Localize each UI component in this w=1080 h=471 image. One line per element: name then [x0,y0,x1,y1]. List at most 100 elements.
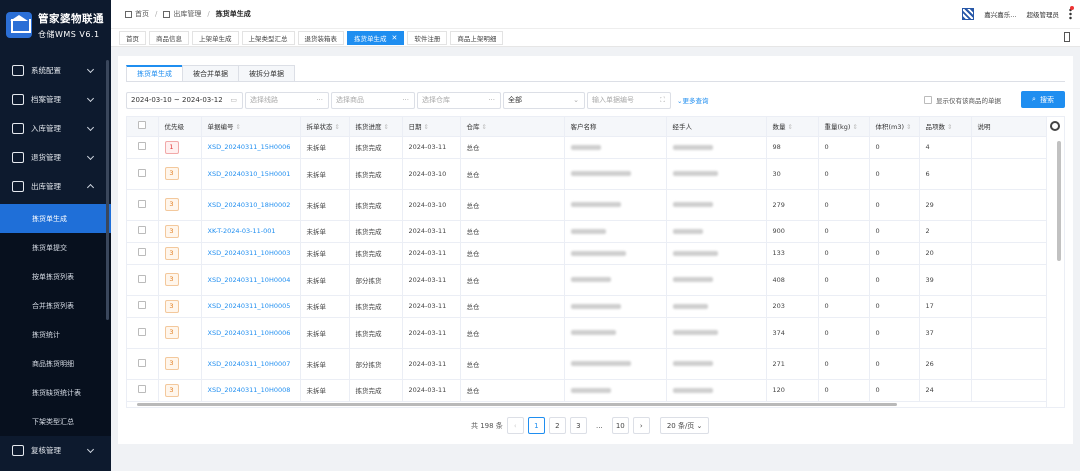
more-menu-icon[interactable] [1069,6,1074,20]
select-all-checkbox[interactable] [138,121,147,130]
order-no-link[interactable]: XK-T-2024-03-11-001 [208,227,276,235]
next-page-button[interactable]: › [632,417,650,434]
sidebar-item-pick-stats[interactable]: 拣货统计 [0,320,111,349]
tab-goods-shelf-detail[interactable]: 商品上架明细 [450,30,504,45]
row-checkbox[interactable] [138,327,147,336]
tab-pick-generate[interactable]: 拣货单生成 ✕ [347,30,405,45]
row-checkbox[interactable] [138,168,147,177]
search-button[interactable]: ⌕ 搜索 [1021,91,1065,108]
tab-home[interactable]: 首页 [119,30,146,45]
tab-software-register[interactable]: 软件注册 [407,30,448,45]
page-2-button[interactable]: 2 [548,417,566,434]
status-select[interactable]: 全部 ⌄ [503,91,585,109]
page-1-button[interactable]: 1 [527,417,545,434]
panel-toggle-icon[interactable] [1064,32,1070,42]
row-checkbox[interactable] [138,199,147,208]
gear-icon[interactable] [1050,121,1060,131]
qr-code-icon[interactable] [962,8,975,20]
col-qty[interactable]: 数量 ⇕ [766,117,819,137]
order-no-link[interactable]: XSD_20240311_10H0005 [208,302,291,310]
user-role[interactable]: 超级管理员 [1027,9,1060,19]
order-no-link[interactable]: XSD_20240310_15H0001 [208,170,291,178]
expand-icon[interactable]: ⛶ [660,96,665,105]
order-no-link[interactable]: XSD_20240311_10H0004 [208,276,291,284]
close-icon[interactable]: ✕ [392,34,398,42]
col-split-status[interactable]: 拆单状态 ⇕ [300,117,350,137]
table-row[interactable]: 3 XK-T-2024-03-11-001 未拆单 拣货完成 2024-03-11 总仓 9… [127,220,1049,243]
order-no-link[interactable]: XSD_20240311_10H0003 [208,249,291,257]
table-row[interactable]: 3 XSD_20240311_10H0005 未拆单 拣货完成 2024-03-11 总仓… [127,295,1049,318]
col-date[interactable]: 日期 ⇕ [402,117,461,137]
row-checkbox[interactable] [138,248,147,256]
order-no-link[interactable]: XSD_20240311_10H0006 [208,329,291,337]
subtab-pick-generate[interactable]: 拣货单生成 [126,65,183,81]
col-item-count[interactable]: 品项数 ⇕ [919,117,972,137]
table-horizontal-scrollbar[interactable] [137,403,897,406]
menu-group-archive[interactable]: 档案管理 [0,85,111,114]
store-name[interactable]: 嘉兴嘉乐... [984,9,1016,19]
sidebar-item-goods-pick-detail[interactable]: 商品拣货明细 [0,349,111,378]
show-only-checkbox[interactable]: 显示仅有该商品的单据 [924,95,1001,105]
menu-group-return[interactable]: 退货管理 [0,143,111,172]
table-row[interactable]: 3 XSD_20240311_10H0006 未拆单 拣货完成 2024-03-11 总仓… [127,317,1049,349]
more-query-link[interactable]: ⌄更多查询 [677,95,708,105]
breadcrumb-outbound[interactable]: 出库管理 [173,9,201,19]
warehouse-select[interactable]: 选择仓库 ··· [417,91,501,109]
menu-group-review[interactable]: 复核管理 [0,436,111,465]
page-ellipsis[interactable]: ... [590,417,608,434]
sidebar-item-offshelf-summary[interactable]: 下架类型汇总 [0,407,111,436]
checkbox[interactable] [924,96,932,104]
tab-shelf-type-summary[interactable]: 上架类型汇总 [241,30,295,45]
order-no-link[interactable]: XSD_20240311_10H0007 [208,360,291,368]
table-row[interactable]: 3 XSD_20240310_15H0001 未拆单 拣货完成 2024-03-10 总仓… [127,158,1049,190]
page-size-select[interactable]: 20 条/页 ⌄ [659,417,710,434]
order-no-input[interactable]: 输入单据编号 ⛶ [587,91,671,109]
row-checkbox[interactable] [138,274,147,283]
col-weight[interactable]: 重量(kg) ⇕ [818,117,870,137]
col-warehouse[interactable]: 仓库 ⇕ [460,117,565,137]
order-no-link[interactable]: XSD_20240310_18H0002 [208,201,291,209]
table-row[interactable]: 3 XSD_20240310_18H0002 未拆单 拣货完成 2024-03-10 总仓… [127,189,1049,221]
row-checkbox[interactable] [138,142,147,150]
menu-group-outbound[interactable]: 出库管理 [0,172,111,201]
sidebar-item-pick-by-order[interactable]: 按单拣货列表 [0,262,111,291]
tab-goods-info[interactable]: 商品信息 [149,30,189,45]
sidebar-item-pick-generate[interactable]: 拣货单生成 [0,204,111,233]
row-checkbox[interactable] [138,385,147,393]
table-row[interactable]: 3 XSD_20240311_10H0008 未拆单 拣货完成 2024-03-11 总仓… [127,379,1049,402]
sidebar-item-pick-submit[interactable]: 拣货单提交 [0,233,111,262]
prev-page-button[interactable]: ‹ [506,417,524,434]
col-pick-progress[interactable]: 拣货进度 ⇕ [349,117,403,137]
route-select[interactable]: 选择线路 ··· [245,91,329,109]
menu-group-inbound[interactable]: 入库管理 [0,114,111,143]
tab-return-packing[interactable]: 退货装箱表 [297,30,344,45]
row-checkbox[interactable] [138,301,147,309]
col-customer[interactable]: 客户名称 [564,117,667,137]
breadcrumb-home[interactable]: 首页 [135,9,149,19]
col-order-no[interactable]: 单据编号 ⇕ [201,117,301,137]
row-checkbox[interactable] [138,226,147,234]
sidebar-item-pick-shortage[interactable]: 拣货缺货统计表 [0,378,111,407]
subtab-merged-orders[interactable]: 被合并单据 [182,65,239,81]
table-row[interactable]: 3 XSD_20240311_10H0007 未拆单 部分拣货 2024-03-11 总仓… [127,348,1049,380]
sidebar-item-merge-pick[interactable]: 合并拣货列表 [0,291,111,320]
sidebar-scrollbar[interactable] [106,60,109,320]
row-checkbox[interactable] [138,358,147,367]
order-no-link[interactable]: XSD_20240311_15H0006 [208,143,291,151]
col-remark[interactable]: 说明 [971,117,1049,137]
tab-shelf-generate[interactable]: 上架单生成 [192,30,239,45]
subtab-split-orders[interactable]: 被拆分单据 [238,65,295,81]
page-3-button[interactable]: 3 [569,417,587,434]
col-priority[interactable]: 优先级 [158,117,202,137]
col-volume[interactable]: 体积(m3) ⇕ [869,117,920,137]
table-row[interactable]: 3 XSD_20240311_10H0003 未拆单 拣货完成 2024-03-11 总仓… [127,242,1049,265]
page-10-button[interactable]: 10 [611,417,629,434]
table-vertical-scrollbar[interactable] [1057,141,1061,261]
order-no-link[interactable]: XSD_20240311_10H0008 [208,386,291,394]
col-handler[interactable]: 经手人 [666,117,767,137]
goods-select[interactable]: 选择商品 ··· [331,91,415,109]
date-range-picker[interactable]: 2024-03-10 ~ 2024-03-12 ▭ [126,91,243,109]
menu-group-system[interactable]: 系统配置 [0,56,111,85]
table-row[interactable]: 1 XSD_20240311_15H0006 未拆单 拣货完成 2024-03-11 总仓… [127,136,1049,159]
table-row[interactable]: 3 XSD_20240311_10H0004 未拆单 部分拣货 2024-03-11 总仓… [127,264,1049,296]
